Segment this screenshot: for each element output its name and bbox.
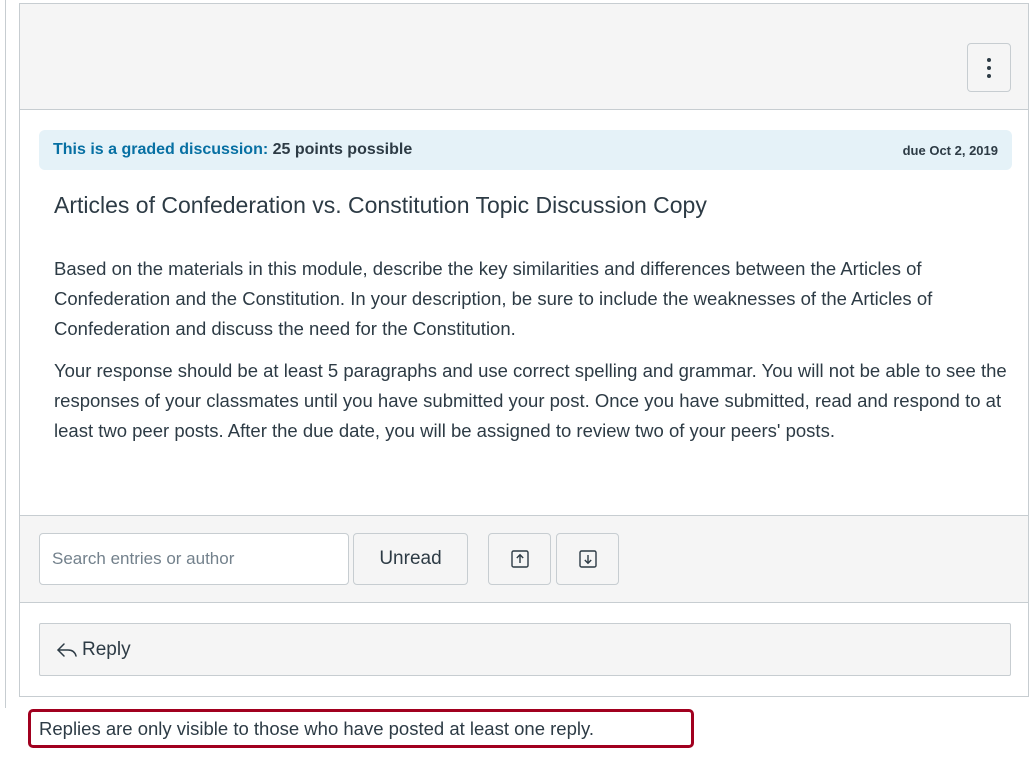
graded-info: This is a graded discussion: 25 points p…	[53, 141, 412, 159]
discussion-panel: This is a graded discussion: 25 points p…	[19, 3, 1029, 697]
options-menu-button[interactable]	[967, 43, 1011, 92]
page-edge-divider	[5, 0, 6, 708]
search-input[interactable]	[39, 533, 349, 585]
topic-message: Based on the materials in this module, d…	[54, 254, 1014, 458]
arrow-down-box-icon	[578, 550, 597, 568]
topic-paragraph: Your response should be at least 5 parag…	[54, 360, 1007, 441]
discussion-header-bar	[20, 4, 1028, 110]
collapse-replies-button[interactable]	[488, 533, 551, 585]
reply-label: Reply	[82, 638, 131, 660]
due-date: due Oct 2, 2019	[902, 142, 998, 158]
points-possible: 25 points possible	[272, 141, 413, 158]
topic-title: Articles of Confederation vs. Constituti…	[54, 192, 707, 218]
expand-replies-button[interactable]	[556, 533, 619, 585]
unread-filter-button[interactable]: Unread	[353, 533, 468, 585]
kebab-vertical-icon	[987, 57, 991, 62]
discussion-toolbar: Unread	[20, 515, 1028, 603]
graded-discussion-banner: This is a graded discussion: 25 points p…	[39, 130, 1012, 170]
topic-paragraph: Based on the materials in this module, d…	[54, 258, 933, 339]
reply-button[interactable]: Reply	[39, 623, 1011, 676]
arrow-up-box-icon	[510, 550, 529, 568]
graded-label: This is a graded discussion:	[53, 141, 269, 158]
replies-visibility-notice: Replies are only visible to those who ha…	[28, 709, 694, 748]
reply-arrow-icon	[57, 642, 77, 657]
notice-text: Replies are only visible to those who ha…	[39, 717, 594, 739]
